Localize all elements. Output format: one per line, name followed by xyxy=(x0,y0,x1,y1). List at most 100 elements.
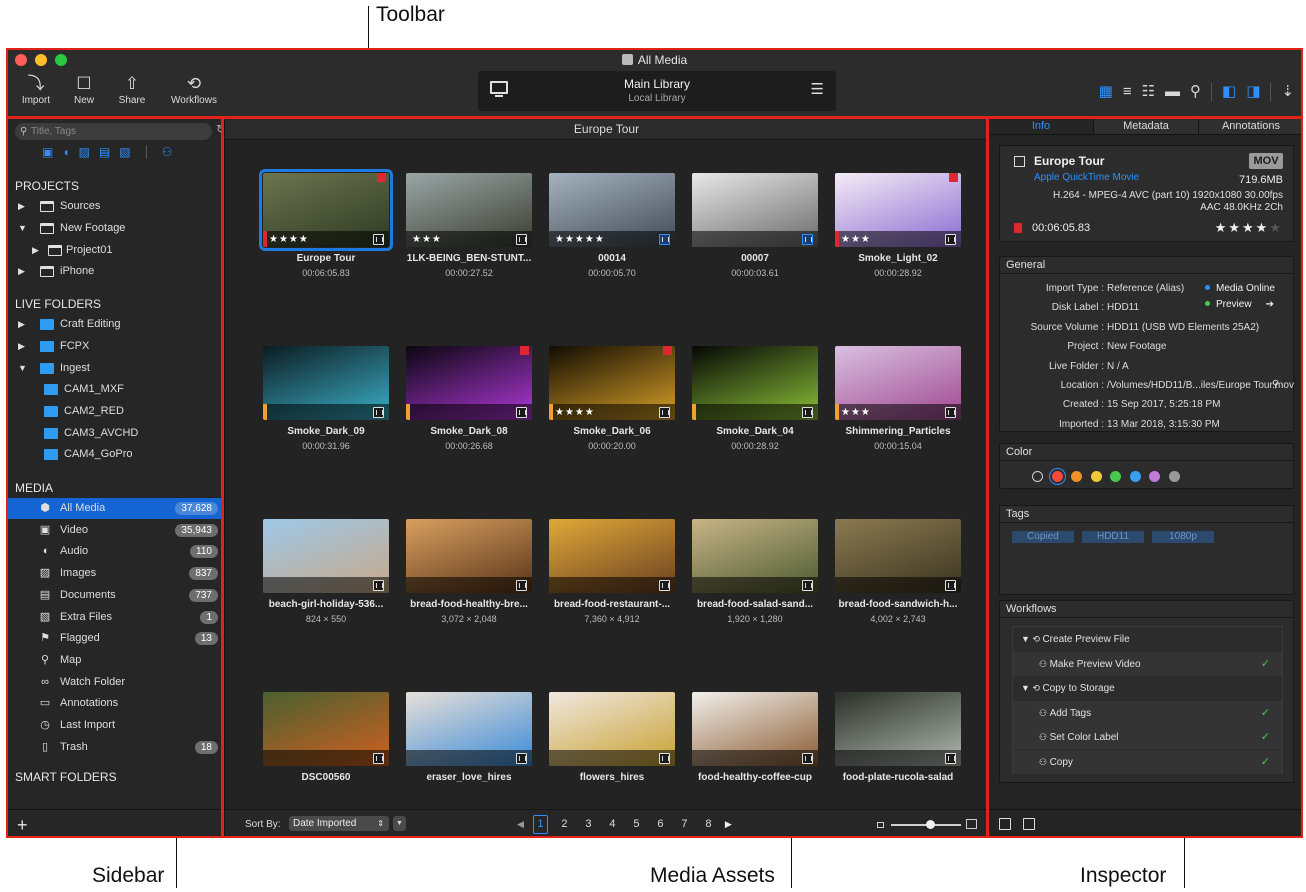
asset-thumbnail[interactable]: ★★★★ xyxy=(259,169,393,251)
sidebar-item-craft-editing[interactable]: ▶ Craft Editing xyxy=(7,314,224,335)
tag-chip[interactable]: HDD11 xyxy=(1082,531,1144,543)
page-1[interactable]: 1 xyxy=(532,815,548,834)
tab-info[interactable]: Info xyxy=(989,118,1094,134)
asset-thumbnail[interactable] xyxy=(549,519,675,593)
workflow-group[interactable]: ▼ ⟲ Copy to Storage xyxy=(1013,676,1282,700)
filmstrip-view-icon[interactable]: ▬ xyxy=(1165,84,1180,100)
asset-thumbnail[interactable] xyxy=(549,692,675,766)
import-button[interactable]: ⤵ Import xyxy=(9,73,63,106)
workflows-button[interactable]: ⟲ Workflows xyxy=(167,73,221,106)
tag-chip[interactable]: Copied xyxy=(1012,531,1074,543)
color-swatch[interactable] xyxy=(1051,471,1063,482)
sidebar-item-cam3-avchd[interactable]: CAM3_AVCHD xyxy=(7,423,224,444)
asset-thumbnail[interactable]: ★★★★★ xyxy=(549,173,675,247)
asset-thumbnail[interactable] xyxy=(692,519,818,593)
asset-thumbnail[interactable] xyxy=(692,346,818,420)
tag-chip[interactable]: 1080p xyxy=(1152,531,1214,543)
no-color-swatch[interactable] xyxy=(1032,471,1043,482)
asset-thumbnail[interactable] xyxy=(263,692,389,766)
color-swatch[interactable] xyxy=(1168,471,1180,482)
search-input[interactable]: ⚲ Title, Tags xyxy=(15,123,212,140)
asset-thumbnail[interactable] xyxy=(406,692,532,766)
thumbnail-size-slider[interactable] xyxy=(877,818,977,832)
grid-view-icon[interactable]: ▦ xyxy=(1099,84,1113,100)
sidebar-item-video[interactable]: ▣ Video 35,943 xyxy=(7,520,224,541)
color-swatch[interactable] xyxy=(1071,471,1082,482)
asset-thumbnail[interactable] xyxy=(406,346,532,420)
reveal-icon[interactable]: ⚲ xyxy=(1272,379,1279,390)
flag-icon[interactable] xyxy=(1014,223,1022,233)
inspector-toggle-icon[interactable]: ◨ xyxy=(1246,84,1260,100)
sidebar-item-cam4-gopro[interactable]: CAM4_GoPro xyxy=(7,444,224,465)
sidebar-item-fcpx[interactable]: ▶ FCPX xyxy=(7,336,224,357)
page-2[interactable]: 2 xyxy=(557,816,572,833)
video-filter-icon[interactable]: ▣ xyxy=(42,145,53,159)
sidebar-item-watch-folder[interactable]: ∞ Watch Folder xyxy=(7,672,224,693)
workflow-step[interactable]: ⚇ Set Color Label ✓ xyxy=(1013,725,1282,749)
asset-thumbnail[interactable] xyxy=(692,173,818,247)
slider-knob[interactable] xyxy=(926,820,935,829)
asset-thumbnail[interactable]: ★★★ xyxy=(835,346,961,420)
color-swatch[interactable] xyxy=(1149,471,1160,482)
sidebar-item-documents[interactable]: ▤ Documents 737 xyxy=(7,585,224,606)
info-panel-icon[interactable] xyxy=(999,818,1011,830)
library-list-icon[interactable]: ☰ xyxy=(811,80,824,98)
color-swatch[interactable] xyxy=(1129,471,1141,482)
sidebar-item-all-media[interactable]: ⬢ All Media 37,628 xyxy=(7,498,224,519)
page-6[interactable]: 6 xyxy=(653,816,668,833)
sidebar-item-images[interactable]: ▨ Images 837 xyxy=(7,563,224,584)
sort-icon[interactable]: ⇣ xyxy=(1281,84,1294,100)
next-page-icon[interactable]: ▶ xyxy=(725,819,732,830)
sort-select[interactable]: Date Imported ⇕ xyxy=(289,816,389,831)
sidebar-item-map[interactable]: ⚲ Map xyxy=(7,650,224,671)
sidebar-item-project01[interactable]: ▶ Project01 xyxy=(7,240,224,261)
asset-thumbnail[interactable]: ★★★★ xyxy=(549,346,675,420)
add-icon[interactable]: + xyxy=(17,815,28,836)
page-7[interactable]: 7 xyxy=(677,816,692,833)
list-view-icon[interactable]: ≡ xyxy=(1123,84,1132,100)
sidebar-item-extra-files[interactable]: ▧ Extra Files 1 xyxy=(7,607,224,628)
asset-thumbnail[interactable] xyxy=(263,519,389,593)
sidebar-item-last-import[interactable]: ◷ Last Import xyxy=(7,715,224,736)
document-filter-icon[interactable]: ▤ xyxy=(99,145,110,159)
asset-thumbnail[interactable] xyxy=(263,346,389,420)
sidebar-item-cam1-mxf[interactable]: CAM1_MXF xyxy=(7,379,224,400)
asset-thumbnail[interactable] xyxy=(692,692,818,766)
sidebar-item-audio[interactable]: ◖ Audio 110 xyxy=(7,541,224,562)
asset-thumbnail[interactable] xyxy=(406,519,532,593)
sidebar-item-trash[interactable]: ▯ Trash 18 xyxy=(7,737,224,758)
page-3[interactable]: 3 xyxy=(581,816,596,833)
extra-filter-icon[interactable]: ▧ xyxy=(119,145,130,159)
page-5[interactable]: 5 xyxy=(629,816,644,833)
workflow-step[interactable]: ⚇ Add Tags ✓ xyxy=(1013,700,1282,725)
detail-list-icon[interactable]: ☷ xyxy=(1142,84,1155,100)
asset-thumbnail[interactable]: ★★★ xyxy=(835,173,961,247)
arrow-circle-icon[interactable]: ➔ xyxy=(1266,299,1274,310)
tab-metadata[interactable]: Metadata xyxy=(1094,118,1199,134)
sidebar-item-iphone[interactable]: ▶ iPhone xyxy=(7,261,224,282)
page-8[interactable]: 8 xyxy=(701,816,716,833)
color-swatch[interactable] xyxy=(1090,471,1102,482)
contact-icon[interactable] xyxy=(1023,818,1035,830)
rating-stars[interactable]: ★★★★★ xyxy=(1215,220,1283,236)
image-filter-icon[interactable]: ▨ xyxy=(79,145,90,159)
previous-page-icon[interactable]: ◀ xyxy=(517,819,524,830)
share-button[interactable]: ⇧ Share xyxy=(105,73,159,106)
sort-direction-button[interactable]: ▼ xyxy=(393,816,406,831)
tab-annotations[interactable]: Annotations xyxy=(1199,118,1302,134)
new-button[interactable]: ☐ New xyxy=(57,73,111,106)
library-selector[interactable]: Main Library Local Library ☰ xyxy=(478,71,836,111)
sidebar-item-flagged[interactable]: ⚑ Flagged 13 xyxy=(7,628,224,649)
audio-filter-icon[interactable]: ◖ xyxy=(62,145,69,159)
asset-thumbnail[interactable] xyxy=(835,519,961,593)
sidebar-item-sources[interactable]: ▶ Sources xyxy=(7,196,224,217)
map-view-icon[interactable]: ⚲ xyxy=(1190,84,1201,100)
asset-thumbnail[interactable] xyxy=(835,692,961,766)
page-4[interactable]: 4 xyxy=(605,816,620,833)
sidebar-item-ingest[interactable]: ▼ Ingest xyxy=(7,358,224,379)
sidebar-toggle-icon[interactable]: ◧ xyxy=(1222,84,1236,100)
workflow-step[interactable]: ⚇ Make Preview Video ✓ xyxy=(1013,651,1282,676)
sidebar-item-cam2-red[interactable]: CAM2_RED xyxy=(7,401,224,422)
sidebar-item-annotations[interactable]: ▭ Annotations xyxy=(7,693,224,714)
hierarchy-icon[interactable]: ⚇ xyxy=(162,145,173,159)
